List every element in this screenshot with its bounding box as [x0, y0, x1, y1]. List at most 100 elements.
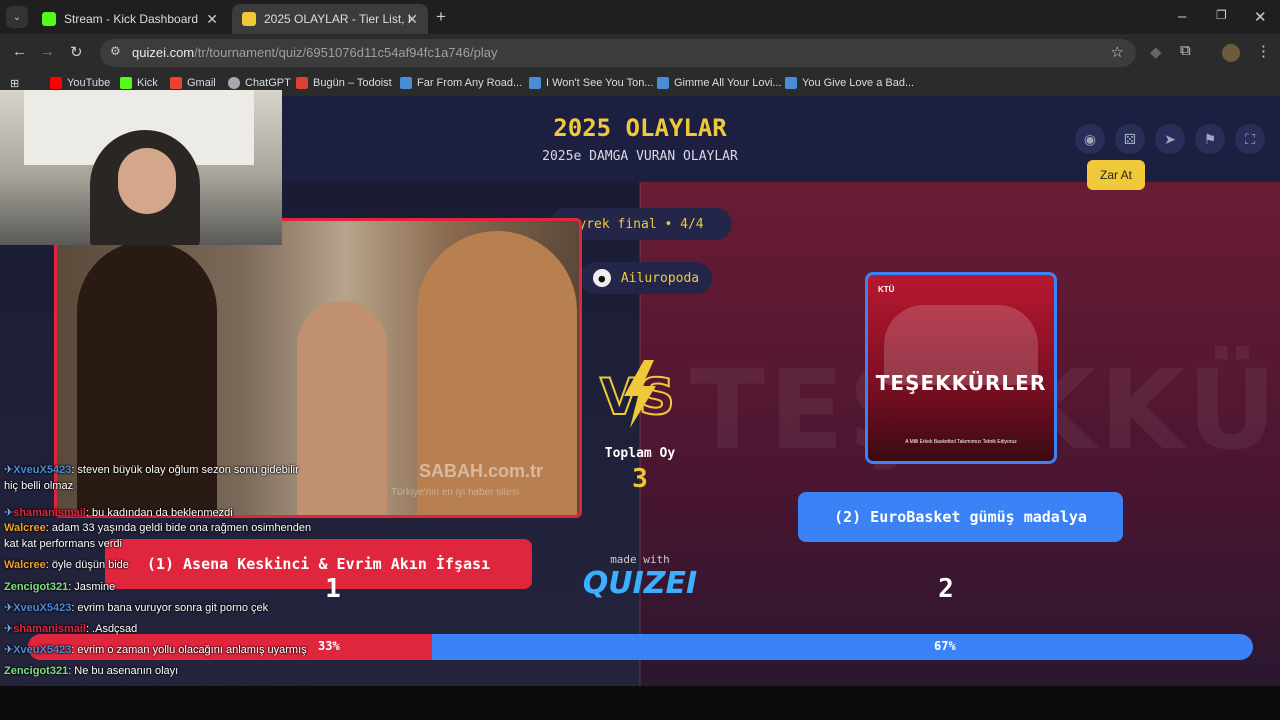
- back-icon[interactable]: ←: [12, 43, 27, 60]
- chat-username[interactable]: Walcree: [4, 522, 46, 534]
- right-choice-image[interactable]: KTÜ TEŞEKKÜRLER A Milli Erkek Basketbol …: [865, 272, 1057, 464]
- share-button[interactable]: ➤: [1155, 124, 1185, 154]
- poster-title: TEŞEKKÜRLER: [875, 371, 1047, 395]
- creator-pill[interactable]: ● Ailuropoda: [580, 262, 712, 294]
- menu-icon[interactable]: ⋮: [1256, 42, 1271, 60]
- kick-icon: [120, 77, 132, 89]
- quizei-logo[interactable]: QUIZEI: [580, 566, 700, 601]
- bookmark-star-icon[interactable]: ☆: [1111, 43, 1124, 61]
- chat-message: ✈XveuX5423: evrim o zaman yollu olacağını…: [4, 642, 344, 658]
- chat-username[interactable]: Walcree: [4, 559, 46, 571]
- badge-icon: ✈: [4, 644, 14, 656]
- chat-separator: :: [45, 522, 49, 534]
- address-bar-row: ← → ↻ ⚙ quizei.com/tr/tournament/quiz/69…: [0, 34, 1280, 72]
- url-field[interactable]: ⚙ quizei.com/tr/tournament/quiz/6951076d…: [100, 39, 1136, 67]
- reload-icon[interactable]: ↻: [70, 43, 83, 61]
- close-tab-icon[interactable]: ✕: [206, 11, 218, 28]
- chat-username[interactable]: XveuX5423: [13, 644, 71, 656]
- chat-text: bu kadından da beklenmezdi: [92, 507, 233, 519]
- browser-tab-bar: ⌄ Stream - Kick Dashboard ✕ 2025 OLAYLAR…: [0, 0, 1280, 34]
- bookmark-kick[interactable]: Kick: [120, 77, 158, 89]
- bookmark-label: Far From Any Road...: [417, 77, 523, 89]
- chat-separator: :: [68, 665, 72, 677]
- tooltip: Zar At: [1087, 160, 1145, 190]
- chat-username[interactable]: shamanismail: [13, 507, 86, 519]
- chat-username[interactable]: XveuX5423: [13, 602, 71, 614]
- chat-username[interactable]: XveuX5423: [13, 464, 71, 476]
- chat-separator: :: [85, 623, 90, 635]
- bookmark-gmail[interactable]: Gmail: [170, 77, 216, 89]
- report-button[interactable]: ⚑: [1195, 124, 1225, 154]
- chat-separator: :: [71, 602, 75, 614]
- eye-button[interactable]: ◉: [1075, 124, 1105, 154]
- badge-icon: ✈: [4, 623, 14, 635]
- tab-title: 2025 OLAYLAR - Tier List, Kör S: [264, 12, 410, 26]
- webcam-overlay: [0, 90, 282, 245]
- quizei-icon: [242, 12, 256, 26]
- chat-message: ✈XveuX5423: evrim bana vuruyor sonra git …: [4, 600, 344, 616]
- chatgpt-icon: [228, 77, 240, 89]
- chat-separator: :: [68, 581, 72, 593]
- minimize-button[interactable]: –: [1178, 8, 1186, 25]
- bookmark-todoist[interactable]: Bugün – Todoist: [296, 77, 392, 89]
- bookmark-item[interactable]: Far From Any Road...: [400, 77, 522, 89]
- tab-title: Stream - Kick Dashboard: [64, 12, 199, 26]
- tab-kick-dashboard[interactable]: Stream - Kick Dashboard ✕: [32, 4, 228, 34]
- versus-icon: VS: [599, 360, 676, 428]
- chat-separator: :: [45, 559, 49, 571]
- extensions-puzzle-icon[interactable]: ⧉: [1180, 42, 1191, 59]
- chat-message: Walcree: adam 33 yaşında geldi bide ona r…: [4, 520, 344, 552]
- chat-text: evrim o zaman yollu olacağını anlamış uy…: [77, 644, 307, 656]
- quiz-title: 2025 OLAYLAR: [553, 114, 727, 142]
- bookmark-youtube[interactable]: YouTube: [50, 77, 110, 89]
- bookmark-label: ChatGPT: [245, 77, 291, 89]
- right-choice-label[interactable]: (2) EuroBasket gümüş madalya: [798, 492, 1123, 542]
- chat-text: Ne bu asenanın olayı: [74, 665, 179, 677]
- send-icon: ➤: [1164, 130, 1176, 147]
- bookmark-chatgpt[interactable]: ChatGPT: [228, 77, 291, 89]
- dice-icon: ⚄: [1123, 130, 1137, 147]
- page-icon: [400, 77, 412, 89]
- chat-text: öyle düşün bide: [51, 559, 129, 571]
- chat-text: adam 33 yaşında geldi bide ona rağmen os…: [51, 522, 312, 534]
- panda-icon: ●: [592, 269, 611, 287]
- bookmark-item[interactable]: Gimme All Your Lovi...: [657, 77, 782, 89]
- page-icon: [785, 77, 797, 89]
- maximize-button[interactable]: ❐: [1216, 8, 1227, 22]
- tab-search-button[interactable]: ⌄: [6, 6, 28, 28]
- profile-avatar[interactable]: [1222, 44, 1240, 62]
- close-window-button[interactable]: ✕: [1254, 8, 1267, 26]
- total-votes-label: Toplam Oy: [604, 446, 676, 461]
- new-tab-button[interactable]: +: [436, 7, 446, 27]
- apps-icon[interactable]: ⊞: [10, 77, 19, 90]
- right-choice-number: 2: [938, 574, 954, 604]
- chat-text: steven büyük olay oğlum sezon sonu gideb…: [77, 464, 299, 476]
- fullscreen-button[interactable]: ⛶: [1235, 124, 1265, 154]
- chat-text: .Asdçsad: [92, 623, 138, 635]
- image-watermark: SABAH.com.tr: [419, 461, 544, 481]
- chat-username[interactable]: shamanismail: [13, 623, 86, 635]
- badge-icon: ✈: [4, 507, 14, 519]
- dice-button[interactable]: ⚄: [1115, 124, 1145, 154]
- chat-message: Zencigot321: Ne bu asenanın olayı: [4, 663, 344, 679]
- chat-username[interactable]: Zencigot321: [4, 581, 68, 593]
- chat-message: ✈XveuX5423: steven büyük olay oğlum sezon…: [4, 462, 344, 494]
- center-divider: [639, 182, 641, 686]
- bookmark-label: Kick: [137, 77, 158, 89]
- site-info-icon[interactable]: ⚙: [110, 44, 121, 58]
- chat-username[interactable]: Zencigot321: [4, 665, 68, 677]
- chat-message: ✈shamanismail: .Asdçsad: [4, 621, 344, 637]
- extension-icon[interactable]: ◆: [1150, 43, 1162, 61]
- chat-message: Zencigot321: Jasmine: [4, 579, 344, 595]
- forward-icon[interactable]: →: [40, 43, 55, 60]
- tab-quizei[interactable]: 2025 OLAYLAR - Tier List, Kör S ✕: [232, 4, 428, 34]
- bookmark-label: YouTube: [67, 77, 111, 89]
- chat-text: evrim bana vuruyor sonra git porno çek: [77, 602, 269, 614]
- bookmark-item[interactable]: I Won't See You Ton...: [529, 77, 654, 89]
- fullscreen-icon: ⛶: [1245, 130, 1255, 147]
- bookmark-item[interactable]: You Give Love a Bad...: [785, 77, 914, 89]
- kick-icon: [42, 12, 56, 26]
- chat-message: Walcree: öyle düşün bide: [4, 557, 344, 573]
- badge-icon: ✈: [4, 464, 14, 476]
- close-tab-icon[interactable]: ✕: [406, 11, 418, 28]
